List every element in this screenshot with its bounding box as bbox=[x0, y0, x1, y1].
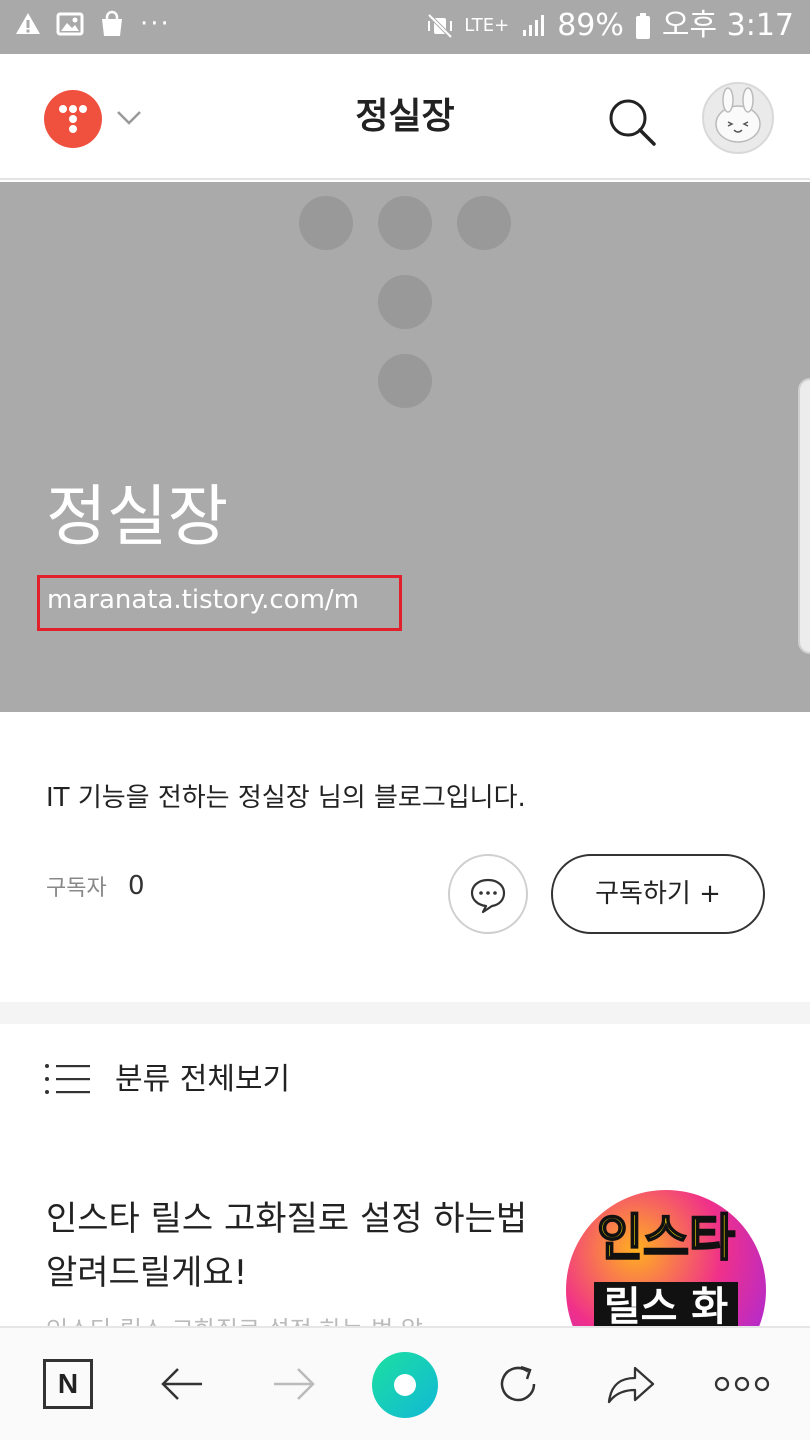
subscribe-button[interactable]: 구독하기 + bbox=[551, 854, 765, 934]
home-orb-button[interactable] bbox=[372, 1352, 438, 1418]
mute-vibrate-icon bbox=[427, 13, 453, 39]
blog-intro: IT 기능을 전하는 정실장 님의 블로그입니다. 구독자 0 구독하기 + bbox=[0, 712, 810, 1002]
logo-dot bbox=[79, 105, 87, 113]
more-menu-button[interactable] bbox=[714, 1356, 770, 1412]
blog-title: 정실장 bbox=[46, 478, 229, 555]
orb-center-icon bbox=[394, 1374, 416, 1396]
more-dots-icon bbox=[714, 1376, 770, 1392]
naver-n-icon: N bbox=[43, 1359, 93, 1409]
shopping-bag-icon bbox=[102, 10, 122, 36]
image-icon bbox=[56, 12, 84, 36]
subscriber-count: 0 bbox=[128, 871, 145, 901]
blog-url[interactable]: maranata.tistory.com/m bbox=[37, 575, 402, 631]
browser-bottom-nav: N bbox=[0, 1326, 810, 1440]
category-all[interactable]: 분류 전체보기 bbox=[0, 1024, 810, 1144]
section-divider bbox=[0, 1002, 810, 1024]
warning-icon bbox=[16, 13, 40, 34]
list-menu-icon bbox=[45, 1064, 90, 1094]
logo-dot bbox=[69, 125, 77, 133]
logo-dot bbox=[69, 115, 77, 123]
more-dots-icon: ··· bbox=[140, 9, 171, 39]
status-bar: ··· LTE+ 89% 오후 3:17 bbox=[0, 0, 810, 54]
chat-bubble-icon bbox=[470, 878, 506, 914]
scroll-handle[interactable] bbox=[798, 378, 810, 654]
thumbnail-text-1: 인스타 bbox=[596, 1208, 736, 1268]
arrow-left-icon bbox=[161, 1368, 202, 1400]
blog-description: IT 기능을 전하는 정실장 님의 블로그입니다. bbox=[46, 783, 526, 813]
naver-home-button[interactable]: N bbox=[40, 1356, 96, 1412]
hero-logo-dot bbox=[378, 275, 432, 329]
tistory-logo-button[interactable] bbox=[44, 90, 102, 148]
lte-label: LTE+ bbox=[464, 15, 510, 36]
message-button[interactable] bbox=[448, 854, 528, 934]
signal-icon bbox=[523, 15, 545, 36]
logo-dot bbox=[69, 105, 77, 113]
share-button[interactable] bbox=[603, 1356, 659, 1412]
status-right: LTE+ 89% 오후 3:17 bbox=[426, 6, 794, 46]
hero-logo-dot bbox=[457, 196, 511, 250]
app-header: 정실장 bbox=[0, 54, 810, 180]
blog-hero: 정실장 maranata.tistory.com/m bbox=[0, 182, 810, 712]
avatar[interactable] bbox=[702, 82, 774, 154]
clock: 오후 3:17 bbox=[661, 8, 794, 43]
battery-icon bbox=[635, 13, 650, 39]
post-thumbnail[interactable]: 인스타 릴스 화질 bbox=[566, 1190, 766, 1334]
post-title[interactable]: 인스타 릴스 고화질로 설정 하는법 알려드릴게요! bbox=[46, 1192, 546, 1300]
chevron-down-icon[interactable] bbox=[116, 104, 142, 130]
rabbit-avatar-icon bbox=[715, 87, 761, 143]
hero-logo-dot bbox=[378, 196, 432, 250]
back-button[interactable] bbox=[154, 1356, 210, 1412]
logo-dot bbox=[59, 105, 67, 113]
page-title: 정실장 bbox=[355, 96, 455, 137]
post-item[interactable]: 인스타 릴스 고화질로 설정 하는법 알려드릴게요! 인스타 릴스 고화질로 설… bbox=[0, 1144, 810, 1334]
refresh-icon bbox=[500, 1365, 536, 1402]
category-label: 분류 전체보기 bbox=[115, 1062, 291, 1097]
forward-button[interactable] bbox=[266, 1356, 322, 1412]
hero-logo-dot bbox=[378, 354, 432, 408]
search-icon[interactable] bbox=[604, 94, 660, 150]
battery-percent: 89% bbox=[557, 8, 624, 43]
arrow-right-icon bbox=[274, 1368, 315, 1400]
hero-logo-dot bbox=[299, 196, 353, 250]
refresh-button[interactable] bbox=[490, 1356, 546, 1412]
subscriber-label: 구독자 bbox=[46, 876, 107, 901]
share-arrow-icon bbox=[607, 1366, 655, 1404]
status-left-icons: ··· bbox=[14, 10, 171, 38]
